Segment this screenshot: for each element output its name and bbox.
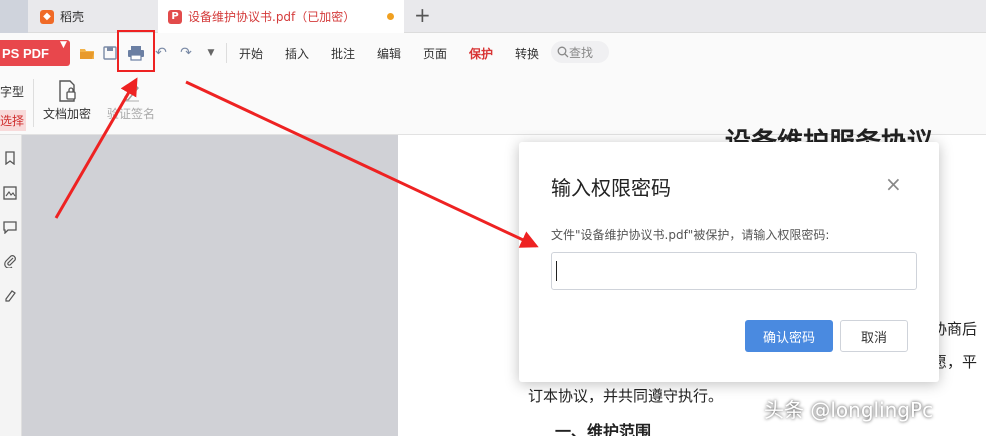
tab-document[interactable]: P 设备维护协议书.pdf（已加密） [158, 0, 404, 33]
redo-icon[interactable]: ↷ [176, 43, 196, 63]
bookmark-icon[interactable] [2, 150, 18, 166]
menu-start[interactable]: 开始 [239, 45, 263, 62]
open-folder-icon[interactable] [77, 43, 97, 63]
pdf-file-icon: P [168, 9, 182, 24]
permission-password-dialog: 输入权限密码 × 文件"设备维护协议书.pdf"被保护，请输入权限密码: 确认密… [519, 142, 939, 382]
document-lock-icon [59, 80, 76, 102]
thumbnail-icon[interactable] [2, 185, 18, 201]
menu-insert[interactable]: 插入 [285, 45, 309, 62]
ribbon-side-select[interactable]: 选择 [0, 110, 27, 131]
menu-convert[interactable]: 转换 [515, 45, 539, 62]
pen-signature-icon [123, 83, 139, 102]
menu-annotate[interactable]: 批注 [331, 45, 355, 62]
attachment-icon[interactable] [2, 253, 18, 269]
document-encrypt-button[interactable]: 文档加密 [37, 79, 97, 122]
confirm-password-button[interactable]: 确认密码 [745, 320, 833, 352]
password-input[interactable] [551, 252, 917, 290]
tab-daoke-label: 稻壳 [60, 10, 85, 24]
document-section-heading: 一、维护范围 [555, 422, 652, 436]
dialog-title: 输入权限密码 [551, 176, 671, 200]
watermark: 头条 @longlingPc [764, 398, 934, 422]
ribbon-side-type[interactable]: 字型 [0, 83, 24, 100]
dropdown-icon[interactable]: ▼ [201, 43, 221, 63]
daoke-logo-icon: ◆ [40, 9, 54, 24]
search-button[interactable]: 查找 [551, 41, 609, 63]
page-background [22, 135, 398, 436]
search-label: 查找 [569, 45, 594, 60]
print-highlight-box [117, 30, 155, 72]
menu-page[interactable]: 页面 [423, 45, 447, 62]
verify-signature-button[interactable]: 验证签名 [101, 79, 161, 122]
document-text-line: 订本协议，并共同遵守执行。 [528, 387, 724, 405]
text-cursor [556, 261, 557, 281]
unsaved-indicator [387, 13, 394, 20]
tab-document-label: 设备维护协议书.pdf（已加密） [188, 10, 356, 24]
new-tab-button[interactable]: + [414, 3, 431, 27]
close-icon[interactable]: × [885, 172, 902, 196]
ribbon-divider [33, 79, 34, 127]
tab-bar: ◆ 稻壳 P 设备维护协议书.pdf（已加密） + [0, 0, 986, 33]
toolbar-divider [226, 43, 227, 63]
app-menu-label: PS PDF [2, 45, 49, 61]
verify-signature-label: 验证签名 [106, 107, 155, 121]
tab-daoke[interactable]: ◆ 稻壳 [28, 0, 158, 33]
comment-icon[interactable] [2, 219, 18, 235]
dialog-prompt: 文件"设备维护协议书.pdf"被保护，请输入权限密码: [551, 228, 830, 242]
app-menu-caret-icon[interactable]: ▼ [60, 40, 67, 50]
cancel-button[interactable]: 取消 [840, 320, 908, 352]
tab-home[interactable] [0, 0, 28, 33]
menu-protect[interactable]: 保护 [469, 45, 493, 62]
left-panel [0, 135, 22, 436]
signature-icon[interactable] [2, 287, 18, 303]
search-icon [557, 46, 569, 58]
document-encrypt-label: 文档加密 [42, 107, 91, 121]
menu-edit[interactable]: 编辑 [377, 45, 401, 62]
